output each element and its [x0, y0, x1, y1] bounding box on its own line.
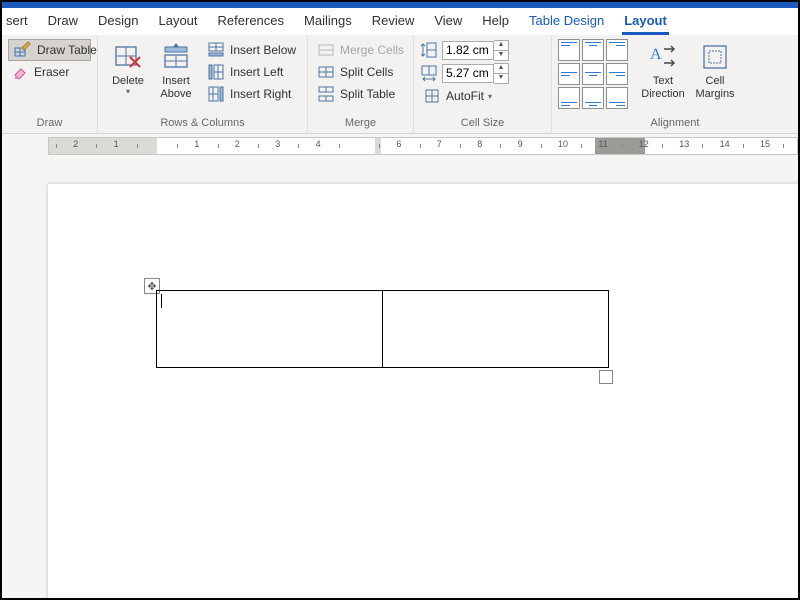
tab-review[interactable]: Review	[362, 9, 425, 34]
insert-below-button[interactable]: Insert Below	[204, 39, 300, 61]
text-cursor	[161, 294, 162, 308]
align-bot-left[interactable]	[558, 87, 580, 109]
insert-left-button[interactable]: Insert Left	[204, 61, 300, 83]
merge-cells-label: Merge Cells	[340, 43, 404, 57]
autofit-button[interactable]: AutoFit ▾	[420, 85, 509, 107]
eraser-icon	[12, 64, 28, 80]
horizontal-ruler[interactable]: 2112346789101112131415	[2, 134, 798, 157]
delete-button[interactable]: Delete ▾	[104, 39, 152, 96]
col-width-input[interactable]	[442, 64, 494, 83]
split-table-label: Split Table	[340, 87, 395, 101]
eraser-button[interactable]: Eraser	[8, 61, 91, 83]
align-mid-right[interactable]	[606, 63, 628, 85]
chevron-down-icon: ▾	[126, 88, 130, 96]
tab-table-layout[interactable]: Layout	[614, 9, 677, 34]
table-cell[interactable]	[383, 291, 609, 368]
split-cells-icon	[318, 64, 334, 80]
align-top-center[interactable]	[582, 39, 604, 61]
tab-mailings[interactable]: Mailings	[294, 9, 362, 34]
autofit-label: AutoFit	[446, 89, 484, 103]
text-direction-label: TextDirection	[641, 75, 684, 101]
row-height-icon	[420, 41, 438, 59]
table-cell[interactable]	[157, 291, 383, 368]
text-direction-button[interactable]: A TextDirection	[636, 39, 690, 101]
merge-cells-icon	[318, 42, 334, 58]
spin-up-icon[interactable]: ▲	[494, 63, 509, 74]
document-table[interactable]	[156, 290, 609, 368]
col-width-icon	[420, 64, 438, 82]
tab-table-design[interactable]: Table Design	[519, 9, 614, 34]
text-direction-icon: A	[647, 41, 679, 73]
split-cells-button[interactable]: Split Cells	[314, 61, 408, 83]
table-row[interactable]	[157, 291, 609, 368]
group-label-cellsize: Cell Size	[420, 117, 545, 131]
svg-text:A: A	[650, 46, 662, 63]
merge-cells-button: Merge Cells	[314, 39, 408, 61]
row-height-input[interactable]	[442, 41, 494, 60]
align-top-left[interactable]	[558, 39, 580, 61]
insert-above-button[interactable]: Insert Above	[152, 39, 200, 101]
insert-right-label: Insert Right	[230, 87, 291, 101]
tab-layout[interactable]: Layout	[148, 9, 207, 34]
align-top-right[interactable]	[606, 39, 628, 61]
draw-table-label: Draw Table	[37, 43, 97, 57]
autofit-icon	[424, 88, 440, 104]
tab-references[interactable]: References	[208, 9, 294, 34]
table-resize-handle-icon[interactable]	[599, 370, 613, 384]
spin-down-icon[interactable]: ▼	[494, 51, 509, 61]
align-mid-center[interactable]	[582, 63, 604, 85]
ribbon: Draw Table Eraser Draw Delete	[2, 35, 798, 134]
eraser-label: Eraser	[34, 65, 69, 79]
insert-left-label: Insert Left	[230, 65, 283, 79]
spin-down-icon[interactable]: ▼	[494, 74, 509, 84]
ribbon-tabs: sert Draw Design Layout References Maili…	[2, 8, 798, 35]
document-area[interactable]: ✥	[2, 156, 798, 598]
split-cells-label: Split Cells	[340, 65, 393, 79]
split-table-button[interactable]: Split Table	[314, 83, 408, 105]
group-label-draw: Draw	[8, 117, 91, 131]
insert-above-icon	[160, 41, 192, 73]
cell-margins-button[interactable]: CellMargins	[690, 39, 740, 101]
row-height-field[interactable]: ▲▼	[420, 39, 509, 61]
delete-table-icon	[112, 41, 144, 73]
insert-below-icon	[208, 42, 224, 58]
col-width-field[interactable]: ▲▼	[420, 62, 509, 84]
cell-margins-label: CellMargins	[695, 75, 734, 101]
group-label-rowscols: Rows & Columns	[104, 117, 301, 131]
insert-above-label: Insert Above	[152, 75, 200, 101]
align-bot-right[interactable]	[606, 87, 628, 109]
insert-below-label: Insert Below	[230, 43, 296, 57]
pencil-table-icon	[15, 42, 31, 58]
align-bot-center[interactable]	[582, 87, 604, 109]
tab-draw[interactable]: Draw	[38, 9, 88, 34]
insert-right-button[interactable]: Insert Right	[204, 83, 300, 105]
tab-insert[interactable]: sert	[6, 9, 38, 34]
tab-view[interactable]: View	[424, 9, 472, 34]
draw-table-button[interactable]: Draw Table	[8, 39, 91, 61]
cell-margins-icon	[699, 41, 731, 73]
page[interactable]: ✥	[48, 184, 798, 598]
group-label-alignment: Alignment	[558, 117, 792, 131]
chevron-down-icon: ▾	[488, 92, 492, 101]
insert-right-icon	[208, 86, 224, 102]
alignment-grid	[558, 39, 628, 109]
insert-left-icon	[208, 64, 224, 80]
tab-help[interactable]: Help	[472, 9, 519, 34]
spin-up-icon[interactable]: ▲	[494, 40, 509, 51]
align-mid-left[interactable]	[558, 63, 580, 85]
tab-design[interactable]: Design	[88, 9, 148, 34]
split-table-icon	[318, 86, 334, 102]
group-label-merge: Merge	[314, 117, 407, 131]
